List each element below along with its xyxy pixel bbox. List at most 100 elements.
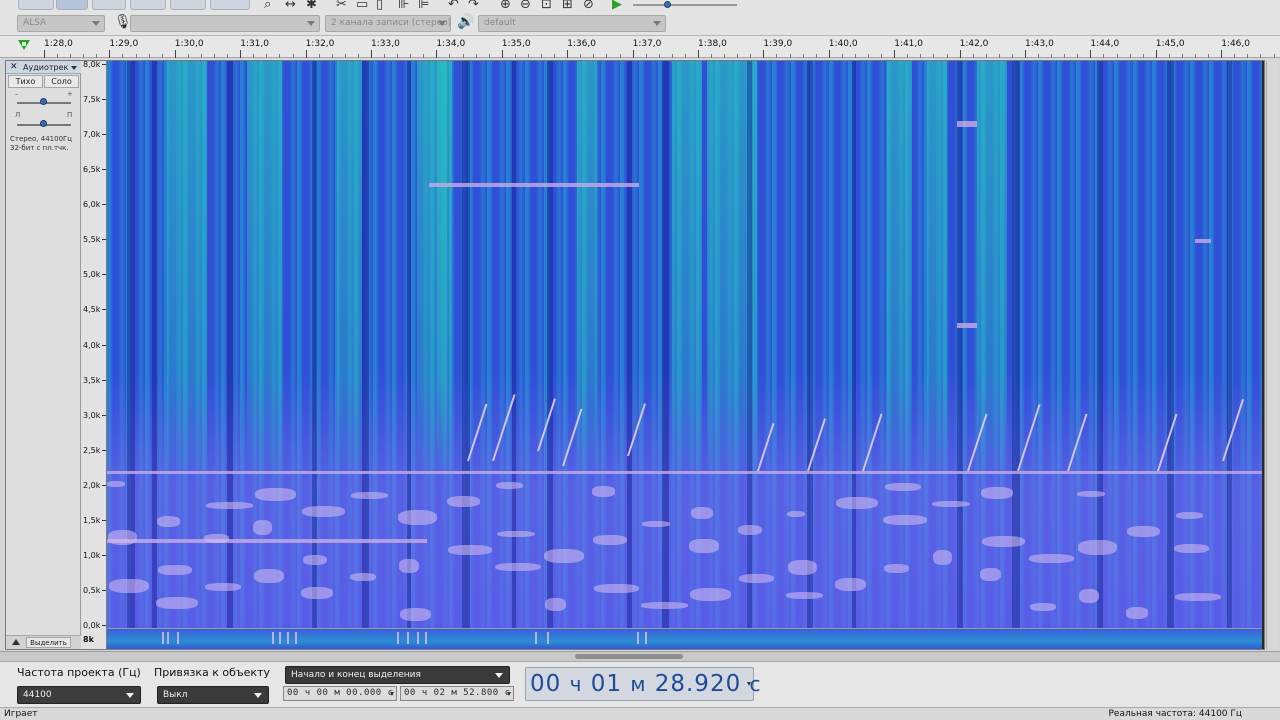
recording-channels-select[interactable]: 2 канала записи (стерео) [325,15,451,32]
ruler-major-tick [174,50,176,58]
ruler-minor-tick [344,54,346,58]
spectrogram-chirp [1222,398,1245,462]
ruler-minor-tick [1273,54,1275,58]
vertical-scrollbar[interactable] [1266,61,1278,649]
ruler-minor-tick [214,54,216,58]
gain-slider-knob[interactable] [40,98,47,105]
track-header[interactable]: ✕ Аудиотрек [6,61,81,74]
multi-tool-icon[interactable]: ✱ [306,0,317,12]
track-name[interactable]: Аудиотрек [23,63,68,72]
horizontal-scrollbar[interactable] [0,651,1280,661]
audio-host-select[interactable]: ALSA [17,15,105,32]
spectrogram-blob [400,608,431,621]
toolbar-button-1[interactable] [18,0,54,10]
horizontal-scrollbar-thumb[interactable] [575,654,683,659]
trim-icon[interactable]: ⊪ [398,0,409,12]
spectrogram-blob [399,559,419,573]
spectrogram-blob [1126,607,1148,619]
fit-selection-zoom-icon[interactable]: ⊞ [562,0,573,12]
fit-project-icon[interactable]: ⊡ [541,0,552,12]
spectrogram-blob [885,483,921,491]
frequency-label: 6,5k [83,165,101,175]
project-rate-select[interactable]: 44100 [17,686,141,704]
ruler-minor-tick [122,54,124,58]
zoom-icon[interactable]: ⌕ [264,0,271,12]
playback-device-select[interactable]: default [478,15,666,32]
ruler-minor-tick [292,54,294,58]
collapse-track-icon[interactable] [12,639,20,645]
toolbar-button-6[interactable] [210,0,250,10]
spectrogram-blob [544,549,584,563]
track-menu-chevron-icon[interactable] [71,66,77,70]
spectrogram-view[interactable] [107,61,1262,628]
track-overview-strip[interactable] [107,628,1262,649]
chevron-down-icon [307,21,315,26]
frequency-tick [102,134,106,136]
playhead-pin-icon[interactable] [18,40,30,50]
ruler-minor-tick [1234,54,1236,58]
spectrogram-blob [1079,589,1099,603]
ruler-label: 1:37,0 [632,39,662,49]
ruler-minor-tick [475,54,477,58]
play-speed-slider[interactable] [633,4,737,6]
ruler-minor-tick [449,54,451,58]
ruler-minor-tick [606,54,608,58]
copy-icon[interactable]: ▭ [356,0,368,12]
mute-button[interactable]: Тихо [8,75,43,88]
ruler-label: 1:42,0 [959,39,989,49]
playback-device-value: default [484,18,516,28]
spectrogram-blob [107,481,125,487]
ruler-major-tick [1090,50,1092,58]
play-speed-knob[interactable] [664,1,671,8]
spectrogram-chirp [1067,413,1088,472]
ruler-minor-tick [70,54,72,58]
selection-mode-select[interactable]: Начало и конец выделения [285,666,510,684]
spectrogram-blob [156,597,198,609]
zoom-toggle-icon[interactable]: ⊘ [583,0,594,12]
frequency-tick [102,169,106,171]
frequency-label: 1,0k [83,550,101,560]
recording-device-select[interactable] [130,15,320,32]
selection-end-time[interactable]: 00 ч 02 м 52.800 с [400,686,514,701]
select-track-button[interactable]: Выделить [26,637,71,648]
fit-selection-icon[interactable]: ↔ [285,0,296,12]
selection-start-time[interactable]: 00 ч 00 м 00.000 с [283,686,397,701]
toolbar-button-3[interactable] [92,0,126,10]
frequency-axis[interactable]: 8,0k 7,5k 7,0k 6,5k 6,0k 5,5k 5,0k 4,5k 4,0k 3,5k… [81,60,107,649]
toolbar-button-4[interactable] [130,0,166,10]
ruler-label: 1:30,0 [174,39,204,49]
overview-mark [645,632,647,644]
solo-button[interactable]: Соло [44,75,79,88]
gain-min-label: – [15,90,19,98]
redo-icon[interactable]: ↷ [468,0,479,12]
play-at-speed-icon[interactable]: ▶ [612,0,622,12]
selection-start-value: 00 ч 00 м 00.000 с [287,688,394,698]
undo-icon[interactable]: ↶ [448,0,459,12]
spectrogram-dark-stripe [807,61,813,628]
spectrogram-blob [786,592,823,599]
silence-icon[interactable]: ⊫ [418,0,429,12]
ruler-label: 1:40,0 [828,39,858,49]
toolbar-button-5[interactable] [170,0,206,10]
ruler-minor-tick [384,54,386,58]
frequency-tick [102,414,106,416]
pan-slider-knob[interactable] [40,120,47,127]
ruler-major-tick [698,50,699,58]
paste-icon[interactable]: ▯ [376,0,383,12]
cut-icon[interactable]: ✂ [336,0,347,12]
snap-to-select[interactable]: Выкл [157,686,269,704]
ruler-minor-tick [737,54,739,58]
spectrogram-blob [302,506,345,517]
spectrogram-blob [738,525,762,535]
timeline-ruler[interactable]: 1:28,0 1:29,0 1:30,0 1:31,0 1:32,0 1:33,0 1:34… [0,36,1280,58]
audio-position-clock[interactable]: 00 ч 01 м 28.920 с [525,667,761,701]
zoom-in-icon[interactable]: ⊕ [500,0,511,12]
ruler-minor-tick [279,54,281,58]
zoom-out-icon[interactable]: ⊖ [520,0,531,12]
spectrogram-dark-stripe [662,61,669,628]
toolbar-button-2[interactable] [56,0,88,10]
ruler-major-tick [44,50,45,58]
overview-mark [167,632,169,644]
spectrogram-blob [497,531,535,537]
close-track-icon[interactable]: ✕ [10,62,18,72]
